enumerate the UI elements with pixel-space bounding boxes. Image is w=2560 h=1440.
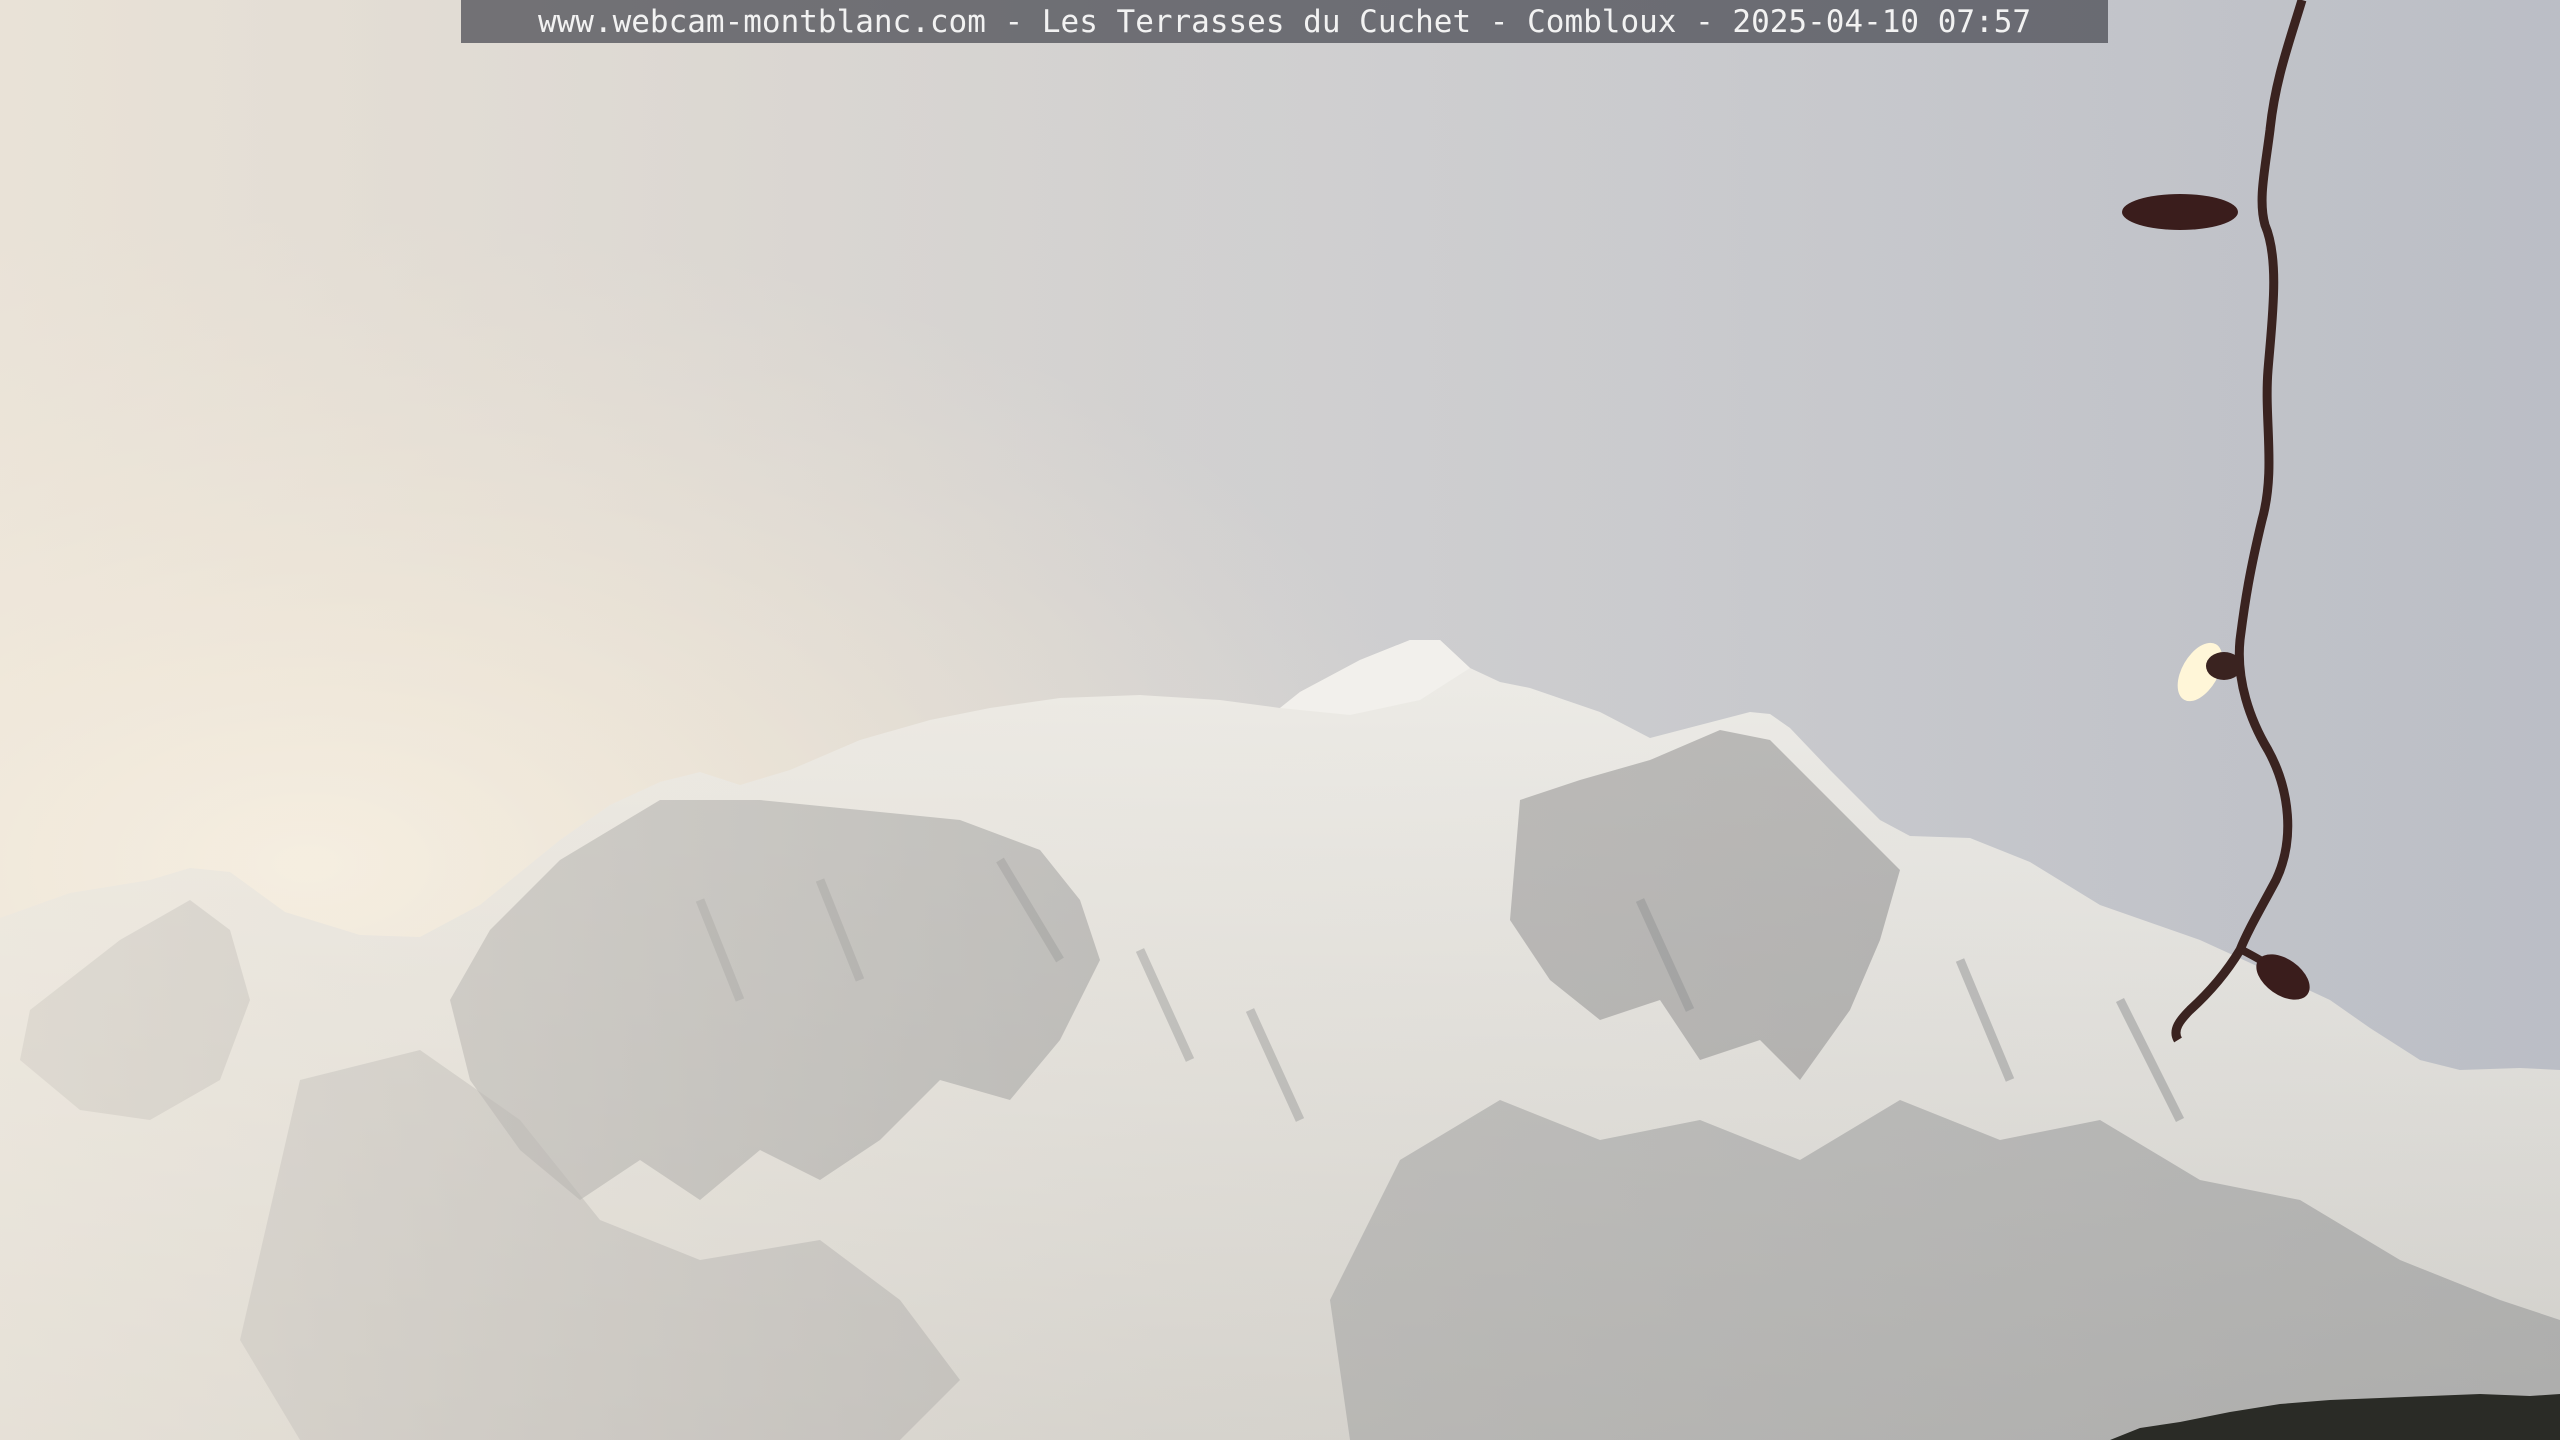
light-bulb-upper [2122,194,2238,230]
webcam-caption-bar: www.webcam-montblanc.com - Les Terrasses… [461,0,2108,43]
mountain-scene [0,0,2560,1440]
webcam-caption: www.webcam-montblanc.com - Les Terrasses… [537,3,2032,40]
webcam-frame: www.webcam-montblanc.com - Les Terrasses… [0,0,2560,1440]
light-bulb-lit-socket [2206,652,2242,680]
